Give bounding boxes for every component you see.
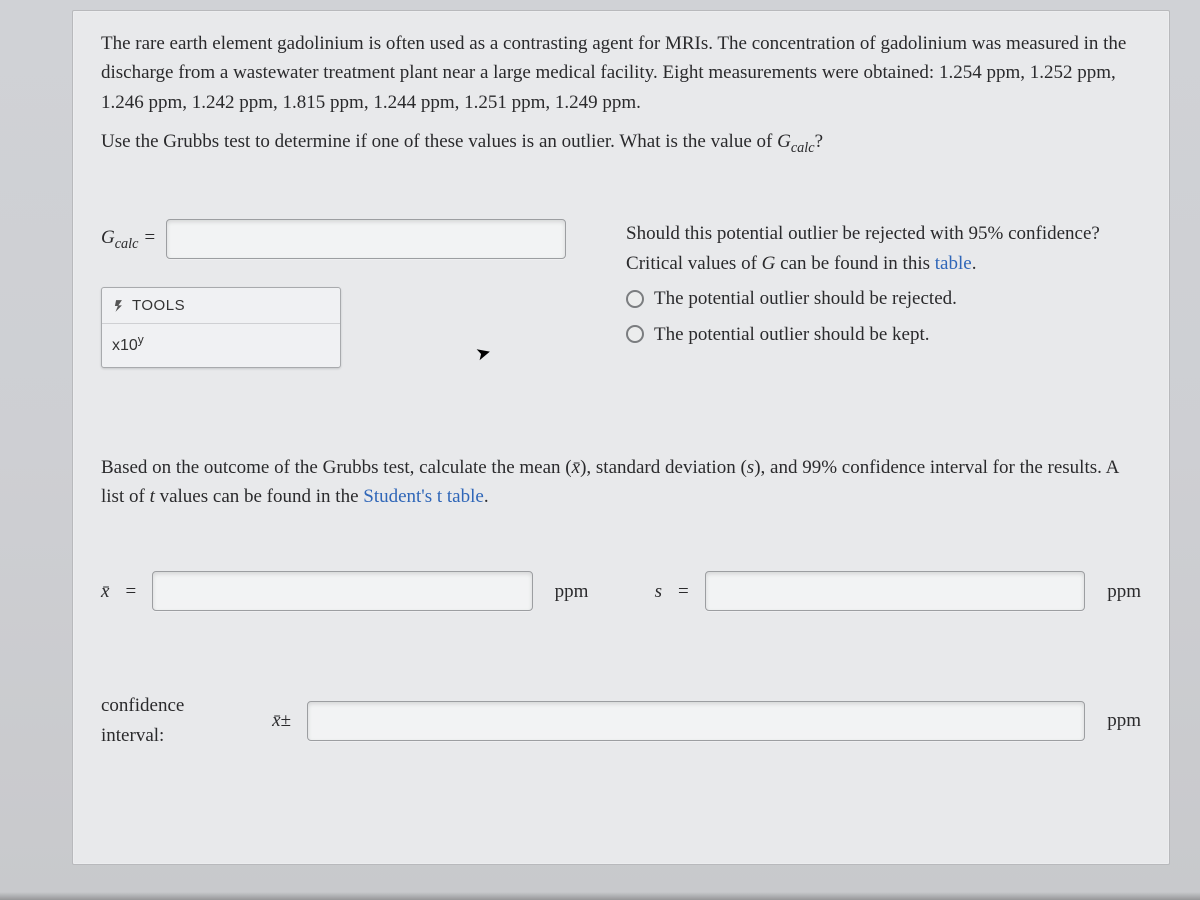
gcalc-block: Gcalc = TOOLS x10y xyxy=(101,219,566,367)
gcalc-sub-label: calc xyxy=(115,236,139,252)
gcalc-g: G xyxy=(777,131,791,152)
dock-shadow xyxy=(0,892,1200,900)
mean-input[interactable] xyxy=(152,571,533,611)
critical-values-table-link[interactable]: table xyxy=(935,253,972,274)
fq-period: . xyxy=(972,253,977,274)
tools-header-text: TOOLS xyxy=(132,294,185,317)
gcalc-sub: calc xyxy=(791,140,815,156)
question-paragraph-1: The rare earth element gadolinium is oft… xyxy=(101,29,1141,117)
s-equals: = xyxy=(678,577,689,606)
lightning-icon xyxy=(112,299,126,313)
gcalc-line: Gcalc = xyxy=(101,219,566,259)
p2-b: ), standard deviation ( xyxy=(580,457,747,478)
radio-label-keep: The potential outlier should be kept. xyxy=(654,320,929,349)
std-input[interactable] xyxy=(705,571,1086,611)
paragraph-stats: Based on the outcome of the Grubbs test,… xyxy=(101,453,1141,512)
p2-a: Based on the outcome of the Grubbs test,… xyxy=(101,457,572,478)
s-label: s xyxy=(655,577,662,606)
confidence-interval-row: confidence interval: x̄± ppm xyxy=(101,691,1141,750)
radio-circle-reject[interactable] xyxy=(626,290,644,308)
tools-buttons-row: x10y xyxy=(102,324,340,366)
followup-text: Should this potential outlier be rejecte… xyxy=(626,219,1141,278)
sci-base: x10 xyxy=(112,337,138,354)
xbar-equals: = xyxy=(125,577,136,606)
q2-post: ? xyxy=(815,131,823,152)
gcalc-var: Gcalc xyxy=(777,131,814,152)
sci-notation-button[interactable]: x10y xyxy=(112,337,144,354)
students-t-table-link[interactable]: Student's t table xyxy=(363,486,484,507)
ci-expr: x̄± xyxy=(272,706,291,735)
sci-exp: y xyxy=(138,332,144,346)
gcalc-and-followup-row: Gcalc = TOOLS x10y Should this potential… xyxy=(101,219,1141,367)
question-card: The rare earth element gadolinium is oft… xyxy=(72,10,1170,865)
fq-line1b: can be found in this xyxy=(775,253,934,274)
ci-input[interactable] xyxy=(307,701,1085,741)
radio-label-reject: The potential outlier should be rejected… xyxy=(654,284,957,313)
gcalc-equals: = xyxy=(138,227,156,248)
radio-group: The potential outlier should be rejected… xyxy=(626,284,1141,349)
mean-std-row: x̄ = ppm s = ppm xyxy=(101,571,1141,611)
xbar-label: x̄ xyxy=(101,577,109,606)
mean-unit: ppm xyxy=(555,577,589,606)
radio-circle-keep[interactable] xyxy=(626,325,644,343)
fq-gletter: G xyxy=(762,253,776,274)
gcalc-label: Gcalc = xyxy=(101,223,156,255)
p2-xbar: x̄ xyxy=(572,457,580,478)
std-unit: ppm xyxy=(1107,577,1141,606)
radio-option-reject[interactable]: The potential outlier should be rejected… xyxy=(626,284,1141,313)
q2-pre: Use the Grubbs test to determine if one … xyxy=(101,131,777,152)
tools-box: TOOLS x10y xyxy=(101,287,341,367)
ci-label: confidence interval: xyxy=(101,691,250,750)
gcalc-input[interactable] xyxy=(166,219,566,259)
p2-d: values can be found in the xyxy=(155,486,363,507)
p2-e: . xyxy=(484,486,489,507)
followup-question: Should this potential outlier be rejecte… xyxy=(626,219,1141,349)
question-paragraph-2: Use the Grubbs test to determine if one … xyxy=(101,127,1141,159)
radio-option-keep[interactable]: The potential outlier should be kept. xyxy=(626,320,1141,349)
tools-header: TOOLS xyxy=(102,288,340,324)
ci-unit: ppm xyxy=(1107,706,1141,735)
gcalc-g-label: G xyxy=(101,227,115,248)
